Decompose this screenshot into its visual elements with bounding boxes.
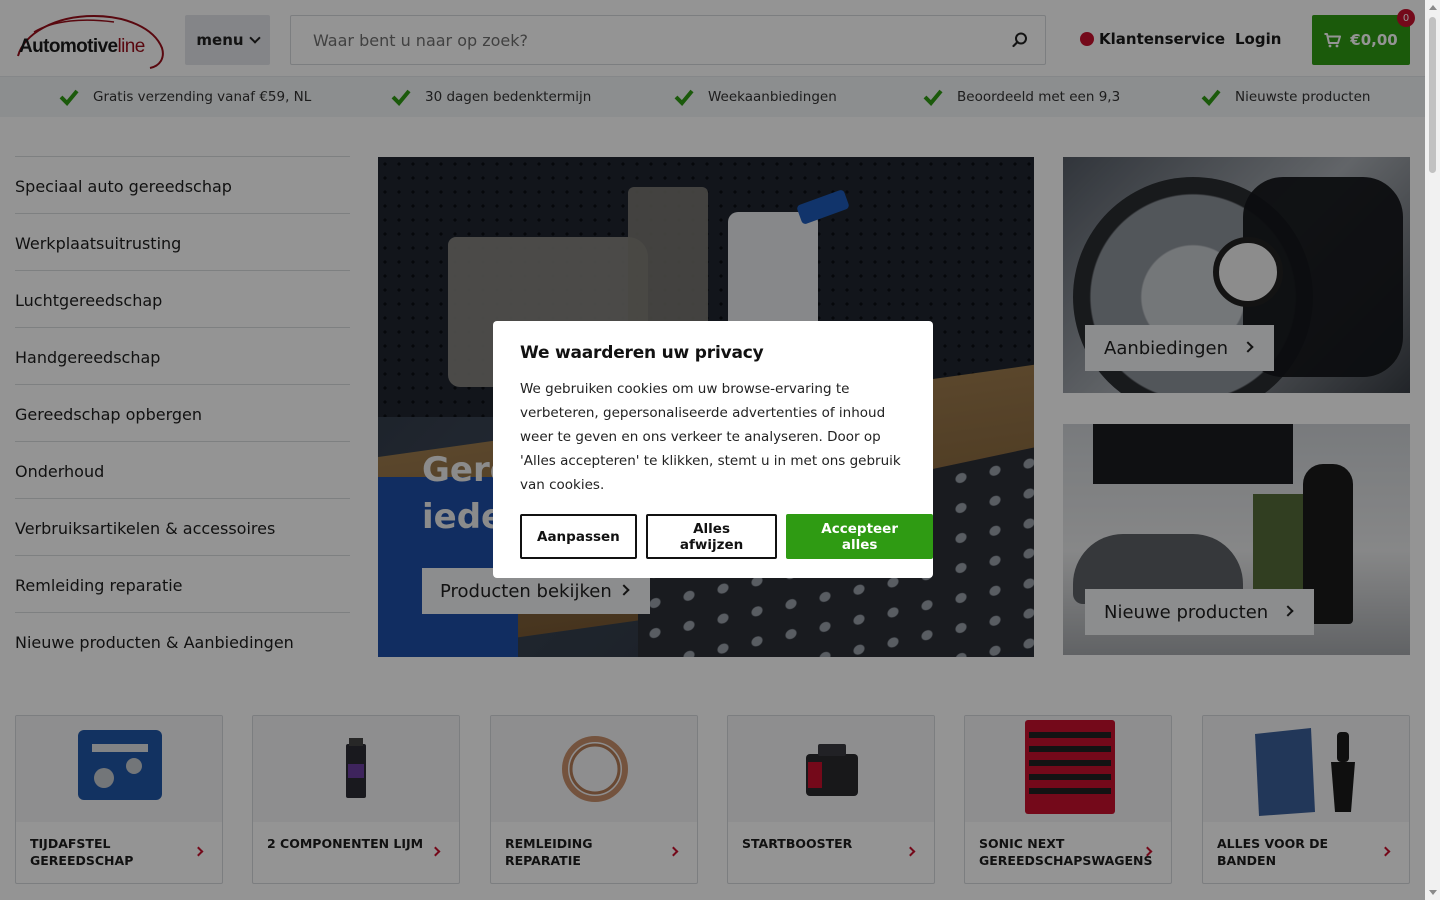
cookie-dialog-text: We gebruiken cookies om uw browse-ervari… <box>520 381 901 493</box>
accept-all-cookies-button[interactable]: Accepteer alles <box>786 514 933 559</box>
scroll-up-arrow-icon[interactable] <box>1429 5 1437 10</box>
scrollbar-thumb[interactable] <box>1429 17 1436 173</box>
reject-all-cookies-button[interactable]: Alles afwijzen <box>645 514 778 559</box>
page-scrollbar[interactable] <box>1425 0 1440 900</box>
cookie-dialog-title: We waarderen uw privacy <box>520 343 764 363</box>
cookie-dialog-actions: Aanpassen Alles afwijzen Accepteer alles <box>520 514 933 559</box>
scroll-down-arrow-icon[interactable] <box>1429 890 1437 895</box>
customize-cookies-button[interactable]: Aanpassen <box>520 514 637 559</box>
cookie-consent-dialog: We waarderen uw privacy We gebruiken coo… <box>493 321 933 578</box>
